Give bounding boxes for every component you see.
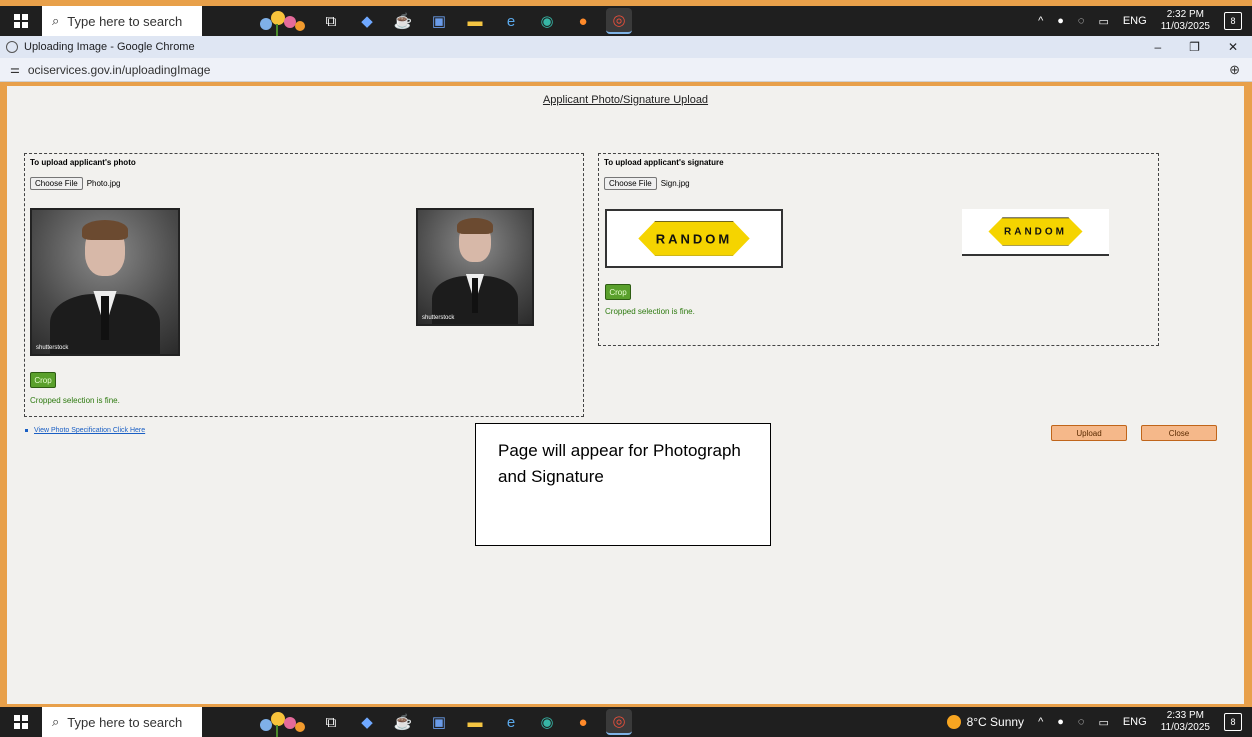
clock-date: 11/03/2025 [1160, 21, 1210, 32]
notification-icon[interactable]: 8 [1224, 12, 1242, 30]
taskbar-bottom: ⌕ Type here to search ⧉ ◆ ☕ ▣ ▬ e ◉ ● ◎ … [0, 707, 1252, 737]
chrome-icon[interactable]: ◎ [606, 709, 632, 735]
copilot-icon[interactable]: ◆ [354, 709, 380, 735]
flowers-decoration-icon [252, 707, 312, 737]
taskbar-search-box[interactable]: ⌕ Type here to search [42, 6, 202, 36]
signature-crop-area[interactable]: RANDOM [605, 209, 783, 268]
task-view-icon[interactable]: ⧉ [318, 709, 344, 735]
zoom-icon[interactable]: ⊕ [1229, 62, 1252, 78]
notification-icon[interactable]: 8 [1224, 713, 1242, 731]
firefox-icon[interactable]: ● [570, 709, 596, 735]
signature-crop-button[interactable]: Crop [605, 284, 631, 300]
clock[interactable]: 2:32 PM 11/03/2025 [1161, 9, 1210, 33]
clock-time-bottom: 2:33 PM [1166, 710, 1204, 721]
word-icon[interactable]: ▣ [426, 709, 452, 735]
upload-button[interactable]: Upload [1051, 425, 1127, 441]
page-title: Applicant Photo/Signature Upload [542, 94, 709, 106]
flowers-decoration-icon [252, 6, 312, 36]
photo-crop-area[interactable]: shutterstock [30, 208, 180, 356]
edge-icon[interactable]: ◉ [534, 709, 560, 735]
globe-icon [6, 41, 18, 53]
preview-watermark: shutterstock [422, 315, 455, 321]
signature-crop-status: Cropped selection is fine. [605, 307, 695, 316]
search-icon: ⌕ [52, 714, 60, 729]
copilot-icon[interactable]: ◆ [354, 8, 380, 34]
photo-crop-status: Cropped selection is fine. [30, 396, 120, 405]
weather-widget[interactable]: 8°C Sunny [946, 715, 1025, 729]
address-bar[interactable]: ⚌ ociservices.gov.in/uploadingImage ⊕ [0, 58, 1252, 82]
signature-file-name: Sign.jpg [660, 179, 690, 188]
url-text[interactable]: ociservices.gov.in/uploadingImage [28, 63, 211, 77]
taskbar-search-placeholder-bottom: Type here to search [67, 714, 183, 730]
java-icon[interactable]: ☕ [390, 709, 416, 735]
weather-text: 8°C Sunny [966, 715, 1025, 729]
window-title: Uploading Image - Google Chrome [24, 41, 195, 53]
firefox-icon[interactable]: ● [570, 8, 596, 34]
internet-explorer-icon[interactable]: e [498, 709, 524, 735]
site-settings-icon[interactable]: ⚌ [10, 63, 20, 76]
photo-panel-heading: To upload applicant's photo [30, 158, 136, 167]
photo-choose-file-button[interactable]: Choose File [30, 177, 83, 190]
signature-preview-text: RANDOM [1004, 226, 1067, 237]
notification-count-bottom: 8 [1230, 717, 1236, 727]
windows-logo-icon [14, 715, 28, 729]
photo-upload-panel: To upload applicant's photo Choose File … [24, 153, 584, 417]
sync-icon[interactable]: ◌ [1078, 716, 1085, 728]
browser-title-bar: Uploading Image - Google Chrome – ❐ ✕ [0, 36, 1252, 58]
sun-icon [946, 715, 961, 729]
language-indicator-bottom[interactable]: ENG [1123, 716, 1147, 728]
taskbar-search-box-bottom[interactable]: ⌕ Type here to search [42, 707, 202, 737]
signature-preview: RANDOM [962, 209, 1109, 256]
display-icon[interactable]: ▭ [1098, 15, 1108, 28]
page-content: Applicant Photo/Signature Upload To uplo… [7, 86, 1244, 704]
word-icon[interactable]: ▣ [426, 8, 452, 34]
signature-upload-panel: To upload applicant's signature Choose F… [598, 153, 1159, 346]
minimize-icon[interactable]: – [1154, 40, 1161, 54]
photo-specification-link[interactable]: View Photo Specification Click Here [25, 427, 145, 434]
photo-file-name: Photo.jpg [86, 179, 121, 188]
taskbar-top: ⌕ Type here to search ⧉ ◆ ☕ ▣ ▬ e ◉ ● ◎ … [0, 6, 1252, 36]
sync-icon[interactable]: ◌ [1078, 15, 1085, 27]
photo-watermark: shutterstock [36, 345, 69, 351]
close-button[interactable]: Close [1141, 425, 1217, 441]
photo-crop-button[interactable]: Crop [30, 372, 56, 388]
edge-icon[interactable]: ◉ [534, 8, 560, 34]
language-indicator[interactable]: ENG [1123, 15, 1147, 27]
photo-specification-link-text[interactable]: View Photo Specification Click Here [34, 427, 145, 434]
start-button-bottom[interactable] [0, 707, 42, 737]
windows-logo-icon [14, 14, 28, 28]
photo-preview: shutterstock [416, 208, 534, 326]
taskbar-search-placeholder: Type here to search [67, 13, 183, 29]
signature-sign-text: RANDOM [655, 231, 733, 246]
clock-date-bottom: 11/03/2025 [1160, 722, 1210, 733]
file-explorer-icon[interactable]: ▬ [462, 8, 488, 34]
bullet-icon [25, 429, 28, 432]
network-status-icon[interactable]: ● [1057, 716, 1064, 728]
close-icon[interactable]: ✕ [1228, 40, 1238, 54]
java-icon[interactable]: ☕ [390, 8, 416, 34]
start-button[interactable] [0, 6, 42, 36]
notification-count: 8 [1230, 16, 1236, 26]
chevron-up-icon[interactable]: ^ [1038, 15, 1043, 27]
chrome-icon[interactable]: ◎ [606, 8, 632, 34]
task-view-icon[interactable]: ⧉ [318, 8, 344, 34]
annotation-note: Page will appear for Photograph and Sign… [475, 423, 771, 546]
clock-time: 2:32 PM [1166, 9, 1204, 20]
clock-bottom[interactable]: 2:33 PM 11/03/2025 [1161, 710, 1210, 734]
network-status-icon[interactable]: ● [1057, 15, 1064, 27]
restore-icon[interactable]: ❐ [1189, 40, 1200, 54]
signature-choose-file-button[interactable]: Choose File [604, 177, 657, 190]
search-icon: ⌕ [52, 13, 60, 28]
chevron-up-icon[interactable]: ^ [1038, 716, 1043, 728]
display-icon[interactable]: ▭ [1098, 716, 1108, 729]
internet-explorer-icon[interactable]: e [498, 8, 524, 34]
file-explorer-icon[interactable]: ▬ [462, 709, 488, 735]
signature-panel-heading: To upload applicant's signature [604, 158, 724, 167]
